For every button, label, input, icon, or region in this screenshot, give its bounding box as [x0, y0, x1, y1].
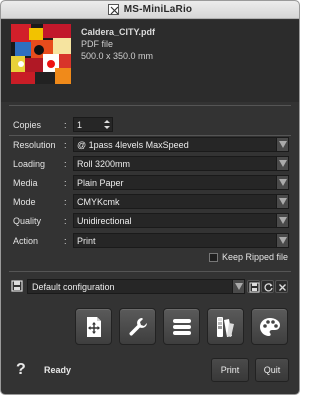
refresh-config-button[interactable]: [261, 280, 274, 293]
keep-ripped-label: Keep Ripped file: [222, 252, 289, 262]
printer-config-icon: [11, 280, 23, 292]
file-thumbnail: [11, 24, 71, 84]
quality-row: Quality : Unidirectional: [1, 213, 299, 229]
dropdown-arrow-icon[interactable]: [276, 176, 288, 189]
dropdown-arrow-icon[interactable]: [276, 234, 288, 247]
wrench-icon: [129, 318, 147, 336]
footer: ? Ready Print Quit: [1, 355, 299, 394]
file-size: 500.0 x 350.0 mm: [81, 51, 154, 61]
status-text: Ready: [44, 365, 72, 375]
configuration-select[interactable]: Default configuration: [27, 279, 245, 294]
loading-row: Loading : Roll 3200mm: [1, 156, 299, 172]
app-window: MS-MiniLaRio Caldera_CITY.pdf PDF file 5…: [0, 0, 300, 395]
action-label: Action: [13, 236, 39, 246]
configuration-row: Default configuration: [11, 279, 289, 294]
mode-select[interactable]: CMYKcmk: [73, 194, 289, 209]
layout-icon: [87, 317, 101, 337]
palette-icon: [260, 318, 280, 336]
loading-value: Roll 3200mm: [77, 159, 131, 169]
refresh-icon: [264, 283, 273, 292]
copies-row: Copies : 1: [1, 117, 299, 133]
configuration-value: Default configuration: [32, 282, 115, 292]
colon: :: [64, 178, 67, 188]
divider: [9, 135, 291, 136]
colon: :: [64, 236, 67, 246]
title-bar[interactable]: MS-MiniLaRio: [1, 1, 299, 19]
media-select[interactable]: Plain Paper: [73, 175, 289, 190]
color-swatch-icon: [217, 317, 234, 337]
mode-label: Mode: [13, 197, 36, 207]
maintenance-button[interactable]: [119, 308, 156, 345]
delete-config-button[interactable]: [275, 280, 288, 293]
media-label: Media: [13, 178, 38, 188]
quality-value: Unidirectional: [77, 216, 132, 226]
print-button[interactable]: Print: [211, 358, 249, 382]
divider: [9, 271, 291, 272]
copies-label: Copies: [13, 120, 42, 130]
loading-select[interactable]: Roll 3200mm: [73, 156, 289, 171]
app-logo-icon: [107, 4, 119, 15]
resolution-label: Resolution: [13, 140, 56, 150]
queue-button[interactable]: [163, 308, 200, 345]
copies-stepper[interactable]: 1: [73, 117, 113, 132]
dropdown-arrow-icon[interactable]: [276, 157, 288, 170]
save-config-button[interactable]: [247, 280, 260, 293]
dropdown-arrow-icon[interactable]: [232, 280, 244, 293]
close-icon: [279, 284, 286, 291]
colon: :: [64, 120, 67, 130]
palette-button[interactable]: [251, 308, 288, 345]
resolution-row: Resolution : @ 1pass 4levels MaxSpeed: [1, 137, 299, 153]
layout-button[interactable]: [75, 308, 112, 345]
file-name: Caldera_CITY.pdf: [81, 27, 156, 37]
save-icon: [249, 282, 260, 293]
colon: :: [64, 140, 67, 150]
resolution-select[interactable]: @ 1pass 4levels MaxSpeed: [73, 137, 289, 152]
keep-ripped-row: Keep Ripped file: [1, 252, 299, 264]
window-title: MS-MiniLaRio: [123, 4, 193, 15]
dropdown-arrow-icon[interactable]: [276, 214, 288, 227]
colon: :: [64, 159, 67, 169]
divider: [9, 105, 291, 106]
dropdown-arrow-icon[interactable]: [276, 138, 288, 151]
action-row: Action : Print: [1, 233, 299, 249]
color-swatch-button[interactable]: [207, 308, 244, 345]
mode-value: CMYKcmk: [77, 197, 120, 207]
loading-label: Loading: [13, 159, 46, 169]
media-value: Plain Paper: [77, 178, 124, 188]
action-select[interactable]: Print: [73, 233, 289, 248]
colon: :: [64, 216, 67, 226]
file-info-panel: Caldera_CITY.pdf PDF file 500.0 x 350.0 …: [1, 20, 299, 102]
dropdown-arrow-icon[interactable]: [276, 195, 288, 208]
action-value: Print: [77, 236, 96, 246]
file-type: PDF file: [81, 39, 114, 49]
resolution-value: @ 1pass 4levels MaxSpeed: [77, 140, 189, 150]
quality-select[interactable]: Unidirectional: [73, 213, 289, 228]
keep-ripped-checkbox[interactable]: [209, 253, 218, 262]
copies-value: 1: [77, 120, 83, 130]
help-icon[interactable]: ?: [16, 361, 26, 379]
quit-button[interactable]: Quit: [255, 358, 289, 382]
list-icon: [173, 319, 191, 335]
stepper-arrows-icon[interactable]: [103, 119, 111, 130]
colon: :: [64, 197, 67, 207]
media-row: Media : Plain Paper: [1, 175, 299, 191]
quality-label: Quality: [13, 216, 42, 226]
mode-row: Mode : CMYKcmk: [1, 194, 299, 210]
